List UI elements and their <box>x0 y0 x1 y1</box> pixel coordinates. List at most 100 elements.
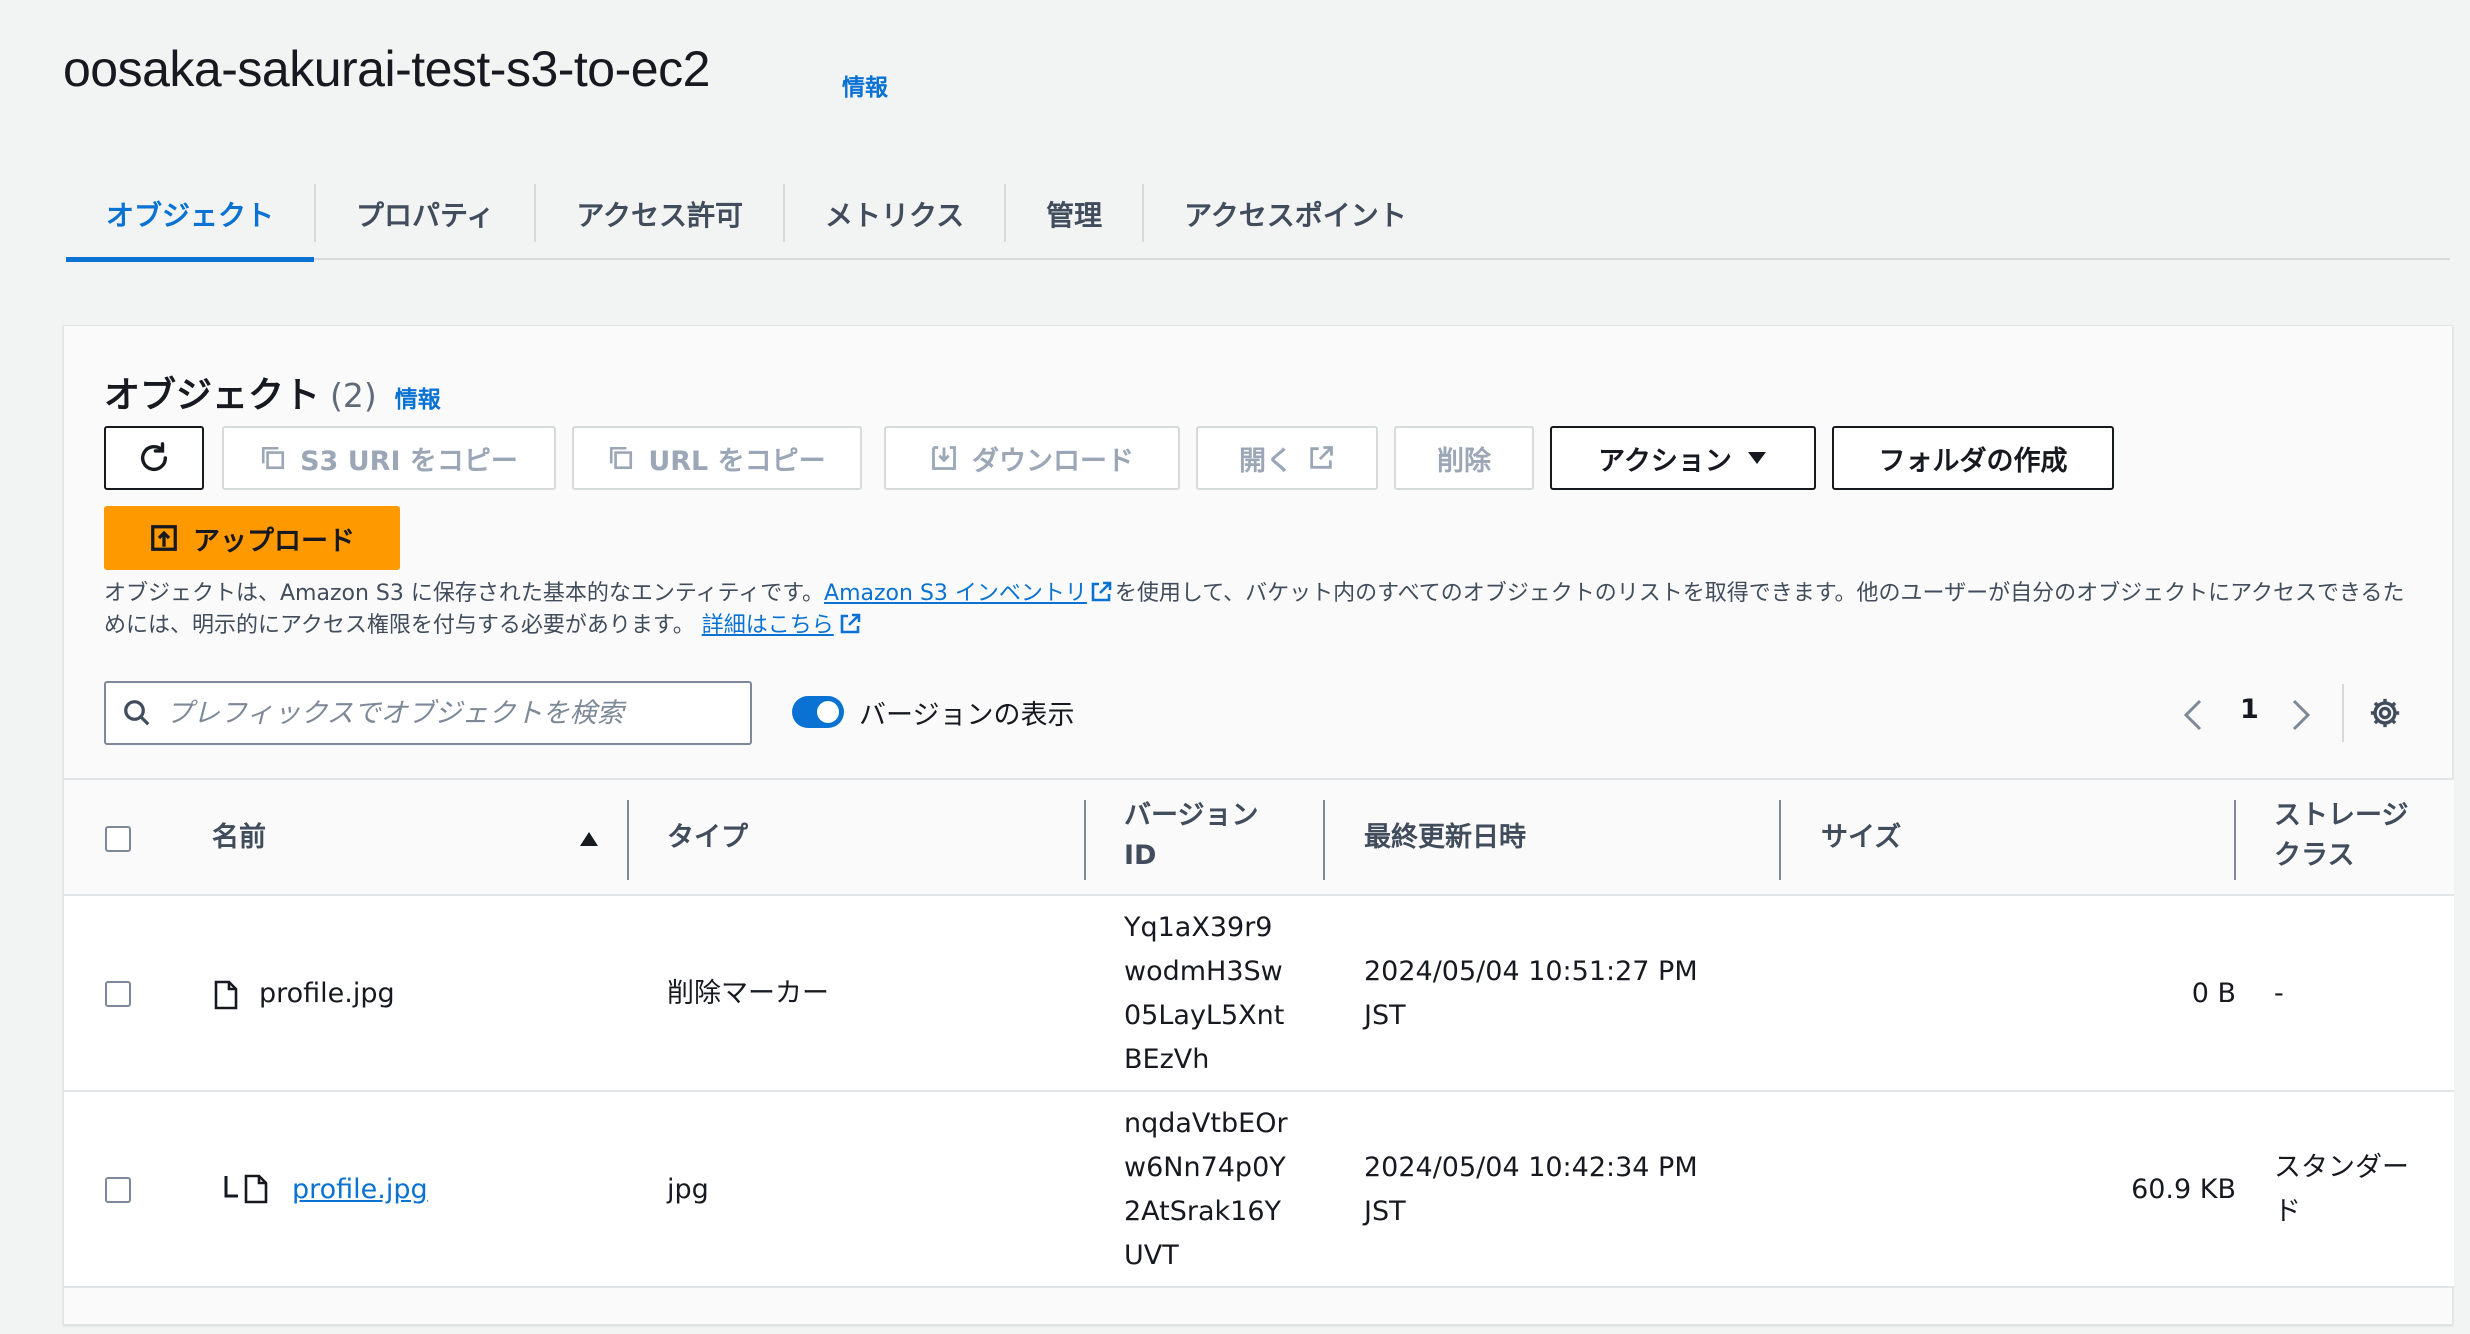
column-resizer[interactable] <box>627 800 629 880</box>
search-icon <box>124 700 150 726</box>
copy-url-label: URL をコピー <box>648 445 826 477</box>
upload-button[interactable]: アップロード <box>104 506 400 570</box>
column-resizer[interactable] <box>1779 800 1781 880</box>
delete-label: 削除 <box>1437 445 1491 477</box>
version-id: nqdaVtbEOr w6Nn74p0Y 2AtSrak16Y UVT <box>1124 1102 1288 1278</box>
object-type: jpg <box>667 1174 709 1205</box>
last-modified-timezone: JST <box>1364 1196 1406 1227</box>
current-page-number[interactable]: 1 <box>2240 694 2259 725</box>
panel-header: オブジェクト (2) 情報 <box>104 366 441 418</box>
actions-dropdown[interactable]: アクション <box>1550 426 1816 490</box>
object-name-link[interactable]: profile.jpg <box>292 1168 428 1212</box>
last-modified-timezone: JST <box>1364 1000 1406 1031</box>
version-id-line: w6Nn74p0Y <box>1124 1152 1286 1183</box>
download-label: ダウンロード <box>972 445 1134 477</box>
table-row[interactable]: profile.jpg jpg nqdaVtbEOr w6Nn74p0Y 2At… <box>64 1092 2454 1288</box>
column-header-storage-class[interactable]: ストレージ クラス <box>2274 796 2408 876</box>
create-folder-button[interactable]: フォルダの作成 <box>1832 426 2114 490</box>
title-info-link[interactable]: 情報 <box>842 68 888 102</box>
tab-metrics[interactable]: メトリクス <box>785 168 1004 260</box>
version-id: Yq1aX39r9 wodmH3Sw 05LayL5Xnt BEzVh <box>1124 906 1284 1082</box>
version-id-line: BEzVh <box>1124 1044 1210 1075</box>
copy-s3-uri-label: S3 URI をコピー <box>300 445 518 477</box>
table-header: 名前 タイプ バージョン ID 最終更新日時 サイズ ストレージクラス <box>64 778 2454 896</box>
learn-more-link[interactable]: 詳細はこちら <box>702 613 834 638</box>
version-id-line: 2AtSrak16Y <box>1124 1196 1282 1227</box>
tab-properties[interactable]: プロパティ <box>316 168 534 260</box>
object-type: 削除マーカー <box>667 978 829 1009</box>
column-header-version-id[interactable]: バージョン ID <box>1124 796 1258 876</box>
row-checkbox[interactable] <box>105 981 131 1007</box>
column-header-version-line-1: バージョン <box>1124 800 1259 831</box>
object-count: (2) <box>330 376 377 415</box>
refresh-button[interactable] <box>104 426 204 490</box>
storage-class: スタンダー ド <box>2274 1146 2409 1234</box>
object-size: 60.9 KB <box>2131 1174 2236 1205</box>
column-header-size[interactable]: サイズ <box>1821 818 1901 858</box>
show-versions-toggle[interactable] <box>792 696 844 728</box>
external-link-icon <box>1310 446 1333 469</box>
last-modified: 2024/05/04 10:42:34 PM JST <box>1364 1146 1698 1234</box>
file-icon <box>214 980 238 1010</box>
object-size: 0 B <box>2191 978 2236 1009</box>
upload-label: アップロード <box>193 525 355 557</box>
inventory-link[interactable]: Amazon S3 インベントリ <box>824 581 1087 606</box>
row-checkbox[interactable] <box>105 1177 131 1203</box>
column-resizer[interactable] <box>2234 800 2236 880</box>
column-header-type[interactable]: タイプ <box>667 818 748 858</box>
pager-divider <box>2342 684 2344 742</box>
select-all-checkbox[interactable] <box>105 826 131 852</box>
show-versions-label: バージョンの表示 <box>859 700 1075 731</box>
column-header-storage-line-1: ストレージ <box>2274 800 2409 831</box>
version-id-line: UVT <box>1124 1240 1179 1271</box>
column-header-name[interactable]: 名前 <box>212 818 266 858</box>
column-header-last-modified[interactable]: 最終更新日時 <box>1364 818 1526 858</box>
description-text-1: オブジェクトは、Amazon S3 に保存された基本的なエンティティです。 <box>104 581 825 606</box>
storage-class-line-2: ド <box>2274 1196 2301 1227</box>
version-id-line: Yq1aX39r9 <box>1124 912 1273 943</box>
s3-bucket-page: oosaka-sakurai-test-s3-to-ec2 情報 オブジェクト … <box>0 0 2470 1334</box>
column-resizer[interactable] <box>1323 800 1325 880</box>
column-header-version-line-2: ID <box>1124 840 1157 871</box>
object-name: profile.jpg <box>259 978 395 1009</box>
open-button[interactable]: 開く <box>1196 426 1378 490</box>
file-icon <box>244 1174 268 1204</box>
tab-permissions[interactable]: アクセス許可 <box>536 168 783 260</box>
panel-info-link[interactable]: 情報 <box>395 380 441 414</box>
download-icon <box>932 446 956 470</box>
refresh-icon <box>140 442 168 471</box>
delete-button[interactable]: 削除 <box>1394 426 1534 490</box>
chevron-left-icon[interactable] <box>2182 698 2204 732</box>
version-id-line: 05LayL5Xnt <box>1124 1000 1285 1031</box>
download-button[interactable]: ダウンロード <box>884 426 1180 490</box>
actions-label: アクション <box>1598 445 1732 477</box>
create-folder-label: フォルダの作成 <box>1878 445 2068 477</box>
table-row[interactable]: profile.jpg 削除マーカー Yq1aX39r9 wodmH3Sw 05… <box>64 896 2454 1092</box>
page-title: oosaka-sakurai-test-s3-to-ec2 <box>63 41 710 97</box>
copy-url-button[interactable]: URL をコピー <box>572 426 862 490</box>
column-header-storage-line-2: クラス <box>2274 840 2355 871</box>
upload-icon <box>151 525 177 551</box>
caret-down-icon <box>1747 452 1766 464</box>
version-id-line: wodmH3Sw <box>1124 956 1283 987</box>
objects-description: オブジェクトは、Amazon S3 に保存された基本的なエンティティです。Ama… <box>104 578 2424 642</box>
gear-icon[interactable] <box>2368 696 2402 730</box>
object-search <box>104 681 752 745</box>
external-link-icon <box>1091 581 1112 602</box>
objects-panel: オブジェクト (2) 情報 S3 URI をコピー URL をコピー ダウンロー… <box>63 325 2454 1325</box>
tab-access-points[interactable]: アクセスポイント <box>1144 168 1447 260</box>
sort-ascending-icon[interactable] <box>578 830 600 848</box>
storage-class-line-1: スタンダー <box>2274 1152 2409 1183</box>
external-link-icon <box>840 613 861 634</box>
last-modified-datetime: 2024/05/04 10:51:27 PM <box>1364 956 1698 987</box>
last-modified-datetime: 2024/05/04 10:42:34 PM <box>1364 1152 1698 1183</box>
tab-management[interactable]: 管理 <box>1006 168 1142 260</box>
column-resizer[interactable] <box>1084 800 1086 880</box>
search-input[interactable] <box>166 697 726 729</box>
open-label: 開く <box>1239 445 1293 477</box>
tab-objects[interactable]: オブジェクト <box>66 168 315 262</box>
chevron-right-icon[interactable] <box>2290 698 2312 732</box>
version-branch-icon <box>224 1176 238 1198</box>
copy-s3-uri-button[interactable]: S3 URI をコピー <box>222 426 556 490</box>
version-id-line: nqdaVtbEOr <box>1124 1108 1288 1139</box>
